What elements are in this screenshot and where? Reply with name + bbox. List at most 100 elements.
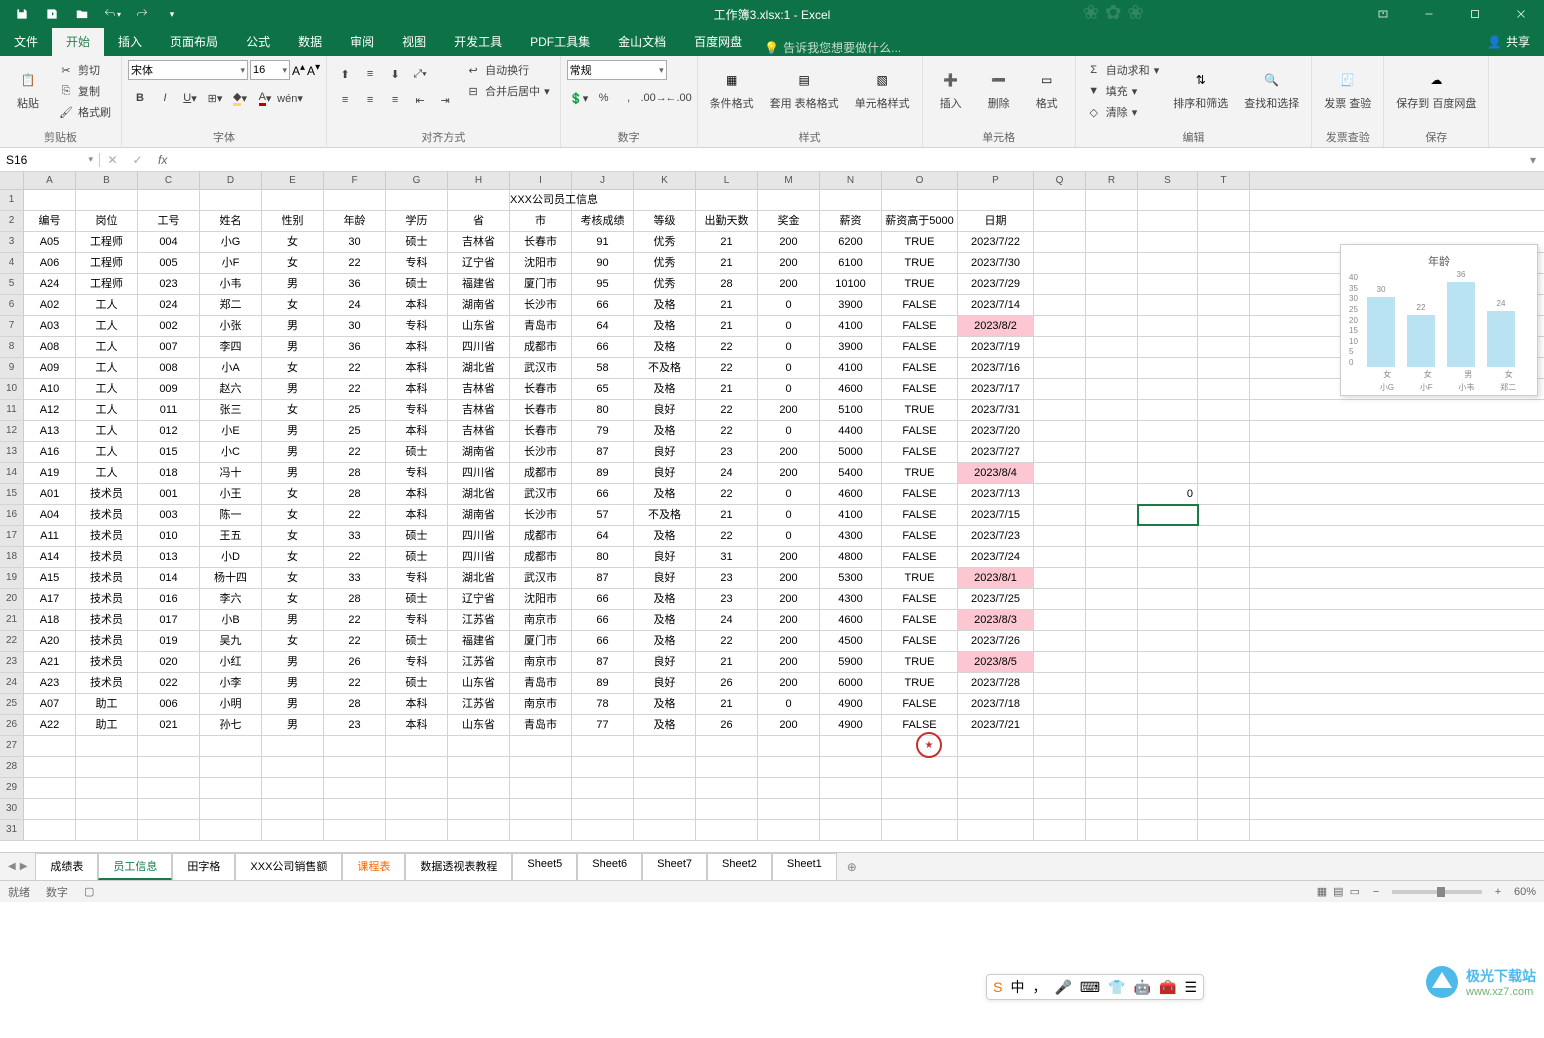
cell[interactable] — [1034, 463, 1086, 483]
cell[interactable]: TRUE — [882, 274, 958, 294]
cell[interactable] — [1086, 316, 1138, 336]
cell[interactable] — [1086, 631, 1138, 651]
cell[interactable] — [76, 757, 138, 777]
cell[interactable]: 4300 — [820, 526, 882, 546]
cell[interactable]: 30 — [324, 316, 386, 336]
ime-keyboard-button[interactable]: ⌨ — [1080, 979, 1100, 996]
cell[interactable]: 23 — [696, 568, 758, 588]
row-header[interactable]: 17 — [0, 526, 24, 546]
cell[interactable] — [634, 736, 696, 756]
cell[interactable]: 女 — [262, 400, 324, 420]
cell[interactable] — [1198, 442, 1250, 462]
cell[interactable]: 4100 — [820, 316, 882, 336]
cell[interactable]: 77 — [572, 715, 634, 735]
cell[interactable] — [1138, 589, 1198, 609]
cell[interactable]: 0 — [758, 295, 820, 315]
cell[interactable]: 工号 — [138, 211, 200, 231]
save-button[interactable] — [8, 2, 36, 26]
cell[interactable]: 山东省 — [448, 673, 510, 693]
ime-sogou-icon[interactable]: S — [993, 979, 1002, 995]
cell[interactable]: FALSE — [882, 442, 958, 462]
cell[interactable]: 0 — [758, 421, 820, 441]
cell[interactable] — [1034, 442, 1086, 462]
select-all-corner[interactable] — [0, 172, 24, 189]
cell[interactable]: 023 — [138, 274, 200, 294]
cell[interactable]: 本科 — [386, 505, 448, 525]
cell[interactable]: 0 — [758, 379, 820, 399]
zoom-out-button[interactable]: − — [1366, 886, 1386, 898]
cell[interactable]: 5300 — [820, 568, 882, 588]
cell[interactable]: 南京市 — [510, 610, 572, 630]
cell[interactable] — [1034, 631, 1086, 651]
cell[interactable]: A10 — [24, 379, 76, 399]
sheet-tab[interactable]: 数据透视表教程 — [405, 853, 512, 880]
cell[interactable] — [1138, 799, 1198, 819]
table-row[interactable]: 27 — [0, 736, 1544, 757]
conditional-format-button[interactable]: ▦条件格式 — [704, 60, 760, 115]
cell[interactable]: 0 — [1138, 484, 1198, 504]
cell[interactable]: 技术员 — [76, 547, 138, 567]
col-header[interactable]: P — [958, 172, 1034, 189]
cell[interactable]: 23 — [324, 715, 386, 735]
cell[interactable]: 张三 — [200, 400, 262, 420]
cell[interactable]: 省 — [448, 211, 510, 231]
cell[interactable]: A04 — [24, 505, 76, 525]
cell[interactable]: 小王 — [200, 484, 262, 504]
sheet-tab[interactable]: Sheet7 — [642, 853, 707, 880]
cell[interactable] — [1138, 190, 1198, 210]
cell[interactable]: A11 — [24, 526, 76, 546]
cell[interactable] — [1034, 778, 1086, 798]
cell[interactable]: 024 — [138, 295, 200, 315]
cell[interactable]: 4800 — [820, 547, 882, 567]
row-header[interactable]: 26 — [0, 715, 24, 735]
ime-lang-button[interactable]: 中 — [1010, 977, 1024, 997]
cell[interactable]: 0 — [758, 316, 820, 336]
cell[interactable]: 022 — [138, 673, 200, 693]
cell[interactable] — [820, 820, 882, 840]
cell[interactable]: 江苏省 — [448, 610, 510, 630]
row-header[interactable]: 9 — [0, 358, 24, 378]
cell[interactable]: 21 — [696, 316, 758, 336]
cell[interactable] — [1198, 568, 1250, 588]
col-header[interactable]: T — [1198, 172, 1250, 189]
qat-customize-button[interactable]: ▾ — [158, 2, 186, 26]
cell[interactable]: 4300 — [820, 589, 882, 609]
cell[interactable]: FALSE — [882, 610, 958, 630]
cell[interactable] — [634, 820, 696, 840]
cell[interactable] — [138, 190, 200, 210]
cell[interactable]: 良好 — [634, 442, 696, 462]
cell[interactable]: 小李 — [200, 673, 262, 693]
cell[interactable]: 79 — [572, 421, 634, 441]
table-row[interactable]: 18A14技术员013小D女22硕士四川省成都市80良好312004800FAL… — [0, 547, 1544, 568]
cell[interactable] — [1138, 820, 1198, 840]
cell[interactable]: XXX公司员工信息 — [510, 190, 572, 210]
col-header[interactable]: R — [1086, 172, 1138, 189]
table-row[interactable]: 19A15技术员014杨十四女33专科湖北省武汉市87良好232005300TR… — [0, 568, 1544, 589]
cell[interactable] — [1138, 316, 1198, 336]
cell[interactable]: 2023/7/29 — [958, 274, 1034, 294]
cell[interactable] — [572, 820, 634, 840]
cell[interactable]: 小张 — [200, 316, 262, 336]
cell[interactable]: 200 — [758, 274, 820, 294]
indent-increase-button[interactable]: ⇥ — [433, 89, 457, 111]
cell[interactable]: 孙七 — [200, 715, 262, 735]
cell[interactable] — [634, 799, 696, 819]
cell[interactable]: 2023/7/30 — [958, 253, 1034, 273]
row-header[interactable]: 30 — [0, 799, 24, 819]
cell[interactable]: 013 — [138, 547, 200, 567]
cell[interactable]: 26 — [324, 652, 386, 672]
cell[interactable] — [510, 799, 572, 819]
cell[interactable]: 长春市 — [510, 421, 572, 441]
cell[interactable]: 5400 — [820, 463, 882, 483]
cell[interactable]: 019 — [138, 631, 200, 651]
table-row[interactable]: 17A11技术员010王五女33硕士四川省成都市64及格2204300FALSE… — [0, 526, 1544, 547]
cell[interactable]: 专科 — [386, 463, 448, 483]
cell[interactable]: 硕士 — [386, 526, 448, 546]
cell[interactable]: 5100 — [820, 400, 882, 420]
cell[interactable]: 硕士 — [386, 631, 448, 651]
cell[interactable]: 女 — [262, 253, 324, 273]
cell[interactable]: 良好 — [634, 568, 696, 588]
table-row[interactable]: 14A19工人018冯十男28专科四川省成都市89良好242005400TRUE… — [0, 463, 1544, 484]
cell[interactable] — [1034, 400, 1086, 420]
cell[interactable]: 男 — [262, 337, 324, 357]
